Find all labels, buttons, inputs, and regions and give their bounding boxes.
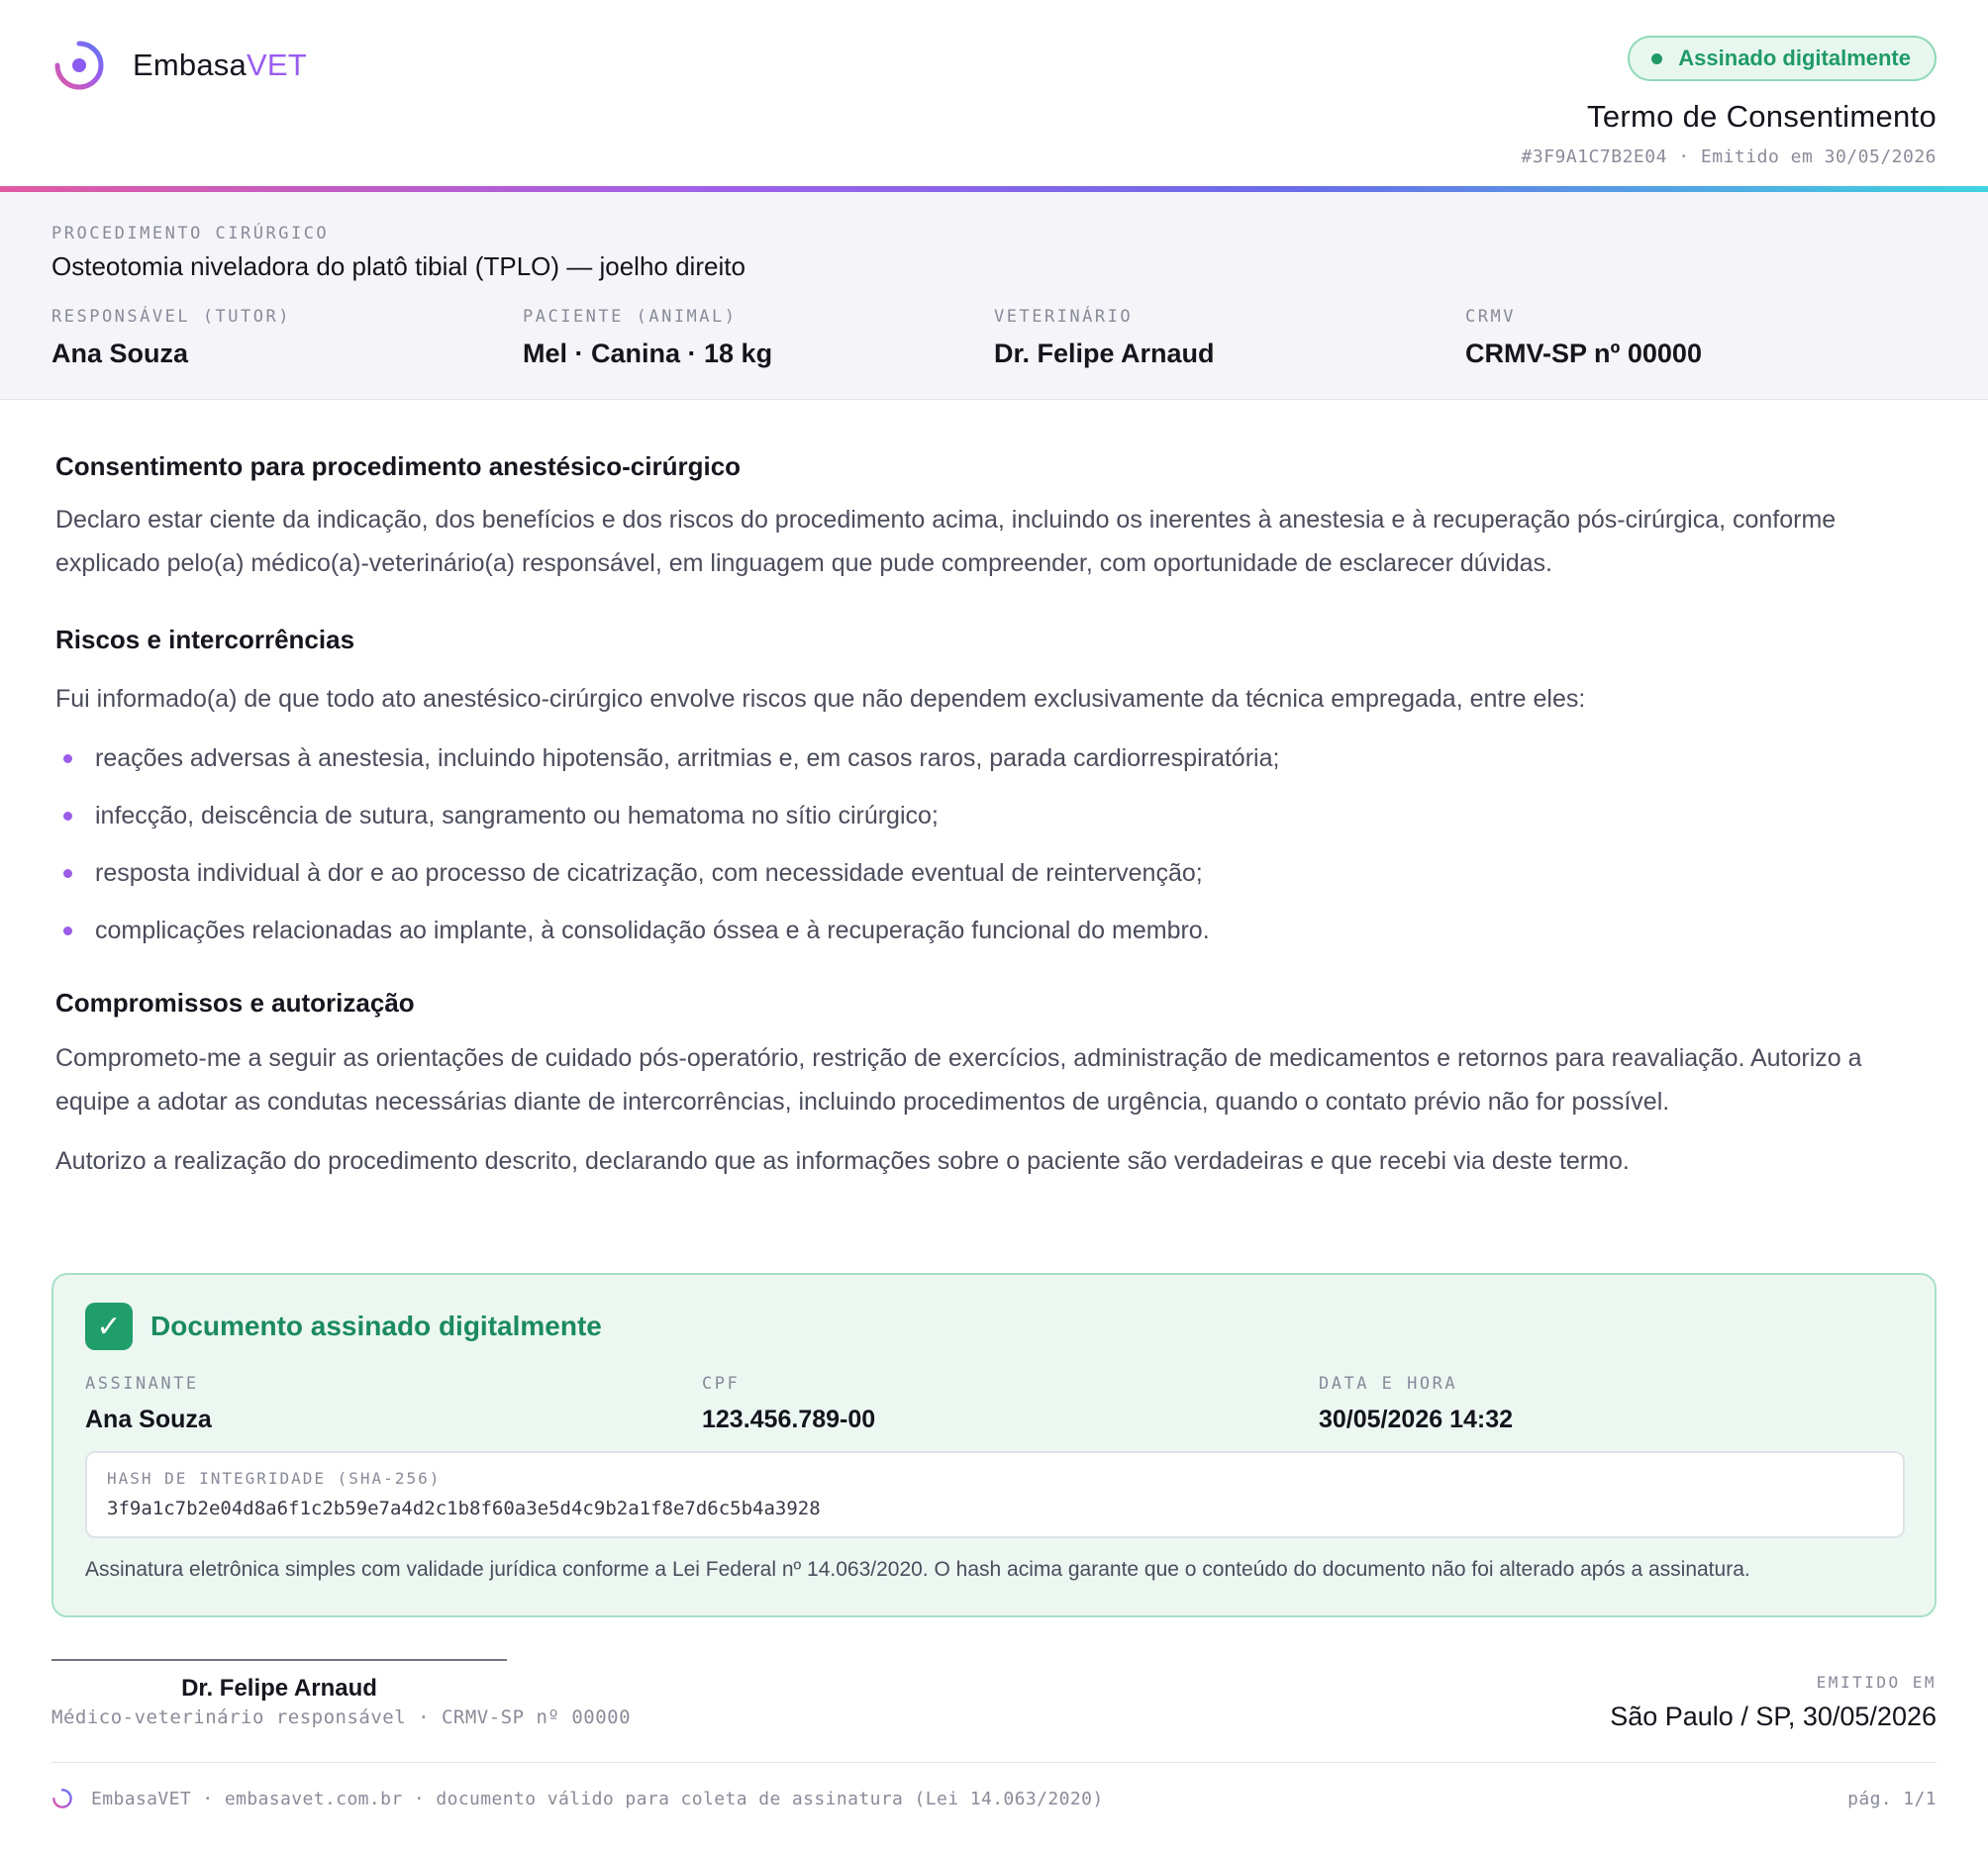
- status-dot-icon: [1651, 52, 1663, 64]
- document-meta: #3F9A1C7B2E04 · Emitido em 30/05/2026: [1521, 146, 1937, 167]
- section-text: Declaro estar ciente da indicação, dos b…: [55, 506, 1837, 577]
- list-item-text: infecção, deiscência de sutura, sangrame…: [95, 802, 939, 829]
- header-right: Assinado digitalmente Termo de Consentim…: [1522, 36, 1937, 167]
- document-header: EmbasaVET Assinado digitalmente Termo de…: [0, 0, 1988, 186]
- field-tutor: RESPONSÁVEL (TUTOR) Ana Souza: [51, 307, 523, 369]
- section-consent: Consentimento para procedimento anestési…: [55, 451, 1937, 585]
- field-value: Mel · Canina · 18 kg: [523, 339, 773, 368]
- issued-label: EMITIDO EM: [1816, 1673, 1937, 1692]
- brand-name-main: Embasa: [133, 48, 247, 82]
- page-number: pág. 1/1: [1847, 1788, 1937, 1809]
- footer-divider: [51, 1762, 1937, 1763]
- procedure-fields: RESPONSÁVEL (TUTOR) Ana Souza PACIENTE (…: [51, 307, 1937, 369]
- field-value: Ana Souza: [85, 1406, 212, 1433]
- signature-legal-note: Assinatura eletrônica simples com valida…: [85, 1558, 1750, 1581]
- section-text: Autorizo a realização do procedimento de…: [55, 1147, 1630, 1175]
- field-value: CRMV-SP nº 00000: [1465, 339, 1702, 368]
- field-signer: ASSINANTE Ana Souza: [85, 1374, 702, 1434]
- bullet-dot-icon: [63, 869, 72, 878]
- list-item: reações adversas à anestesia, incluindo …: [55, 738, 1937, 778]
- section-title: Riscos e intercorrências: [55, 625, 355, 654]
- list-item: resposta individual à dor e ao processo …: [55, 853, 1937, 893]
- field-label: CRMV: [1465, 307, 1516, 327]
- ring-logo-icon: [54, 41, 104, 90]
- section-risks: Riscos e intercorrências Fui informado(a…: [55, 625, 1937, 950]
- issued-block: EMITIDO EM São Paulo / SP, 30/05/2026: [1610, 1673, 1937, 1732]
- document-footer: EmbasaVET · embasavet.com.br · documento…: [51, 1788, 1937, 1809]
- procedure-name: Osteotomia niveladora do platô tibial (T…: [51, 251, 746, 281]
- risk-list: reações adversas à anestesia, incluindo …: [55, 738, 1937, 950]
- signature-fields: ASSINANTE Ana Souza CPF 123.456.789-00 D…: [85, 1374, 1936, 1434]
- signer-role: Médico-veterinário responsável · CRMV-SP…: [51, 1706, 632, 1728]
- signature-card-header: ✓ Documento assinado digitalmente: [85, 1303, 602, 1350]
- field-label: RESPONSÁVEL (TUTOR): [51, 307, 291, 327]
- hash-label: HASH DE INTEGRIDADE (SHA-256): [107, 1469, 442, 1488]
- section-commitments: Compromissos e autorização Comprometo-me…: [55, 988, 1937, 1183]
- procedure-label: PROCEDIMENTO CIRÚRGICO: [51, 224, 330, 244]
- field-veterinarian: VETERINÁRIO Dr. Felipe Arnaud: [994, 307, 1465, 369]
- signed-status-badge: Assinado digitalmente: [1628, 36, 1937, 81]
- bullet-dot-icon: [63, 812, 72, 821]
- list-item-text: reações adversas à anestesia, incluindo …: [95, 744, 1280, 772]
- issued-value: São Paulo / SP, 30/05/2026: [1610, 1702, 1937, 1731]
- list-item: complicações relacionadas ao implante, à…: [55, 911, 1937, 950]
- ring-logo-icon: [52, 1789, 72, 1808]
- field-label: CPF: [702, 1374, 741, 1394]
- check-icon: ✓: [85, 1303, 133, 1350]
- signer-name: Dr. Felipe Arnaud: [181, 1675, 377, 1702]
- brand: EmbasaVET: [51, 38, 307, 93]
- section-text: Fui informado(a) de que todo ato anestés…: [55, 685, 1586, 713]
- list-item-text: resposta individual à dor e ao processo …: [95, 859, 1203, 887]
- hash-value[interactable]: 3f9a1c7b2e04d8a6f1c2b59e7a4d2c1b8f60a3e5…: [107, 1498, 1883, 1519]
- field-value: Dr. Felipe Arnaud: [994, 339, 1215, 368]
- field-label: VETERINÁRIO: [994, 307, 1134, 327]
- field-label: PACIENTE (ANIMAL): [523, 307, 738, 327]
- field-patient: PACIENTE (ANIMAL) Mel · Canina · 18 kg: [523, 307, 994, 369]
- brand-name: EmbasaVET: [133, 48, 307, 83]
- field-datetime: DATA E HORA 30/05/2026 14:32: [1319, 1374, 1936, 1434]
- field-value: 123.456.789-00: [702, 1406, 876, 1433]
- signed-status-text: Assinado digitalmente: [1678, 46, 1911, 70]
- footer-text: EmbasaVET · embasavet.com.br · documento…: [91, 1788, 1104, 1809]
- field-label: ASSINANTE: [85, 1374, 199, 1394]
- list-item: infecção, deiscência de sutura, sangrame…: [55, 796, 1937, 835]
- section-title: Consentimento para procedimento anestési…: [55, 451, 742, 481]
- bullet-dot-icon: [63, 926, 72, 935]
- digital-signature-card: ✓ Documento assinado digitalmente ASSINA…: [51, 1273, 1937, 1617]
- field-value: Ana Souza: [51, 339, 189, 368]
- signature-line: [51, 1659, 507, 1661]
- field-crmv: CRMV CRMV-SP nº 00000: [1465, 307, 1937, 369]
- procedure-summary: PROCEDIMENTO CIRÚRGICO Osteotomia nivela…: [0, 192, 1988, 400]
- consent-body: Consentimento para procedimento anestési…: [55, 451, 1937, 1183]
- field-cpf: CPF 123.456.789-00: [702, 1374, 1319, 1434]
- integrity-hash-box: HASH DE INTEGRIDADE (SHA-256) 3f9a1c7b2e…: [85, 1451, 1905, 1538]
- bullet-dot-icon: [63, 754, 72, 763]
- list-item-text: complicações relacionadas ao implante, à…: [95, 917, 1210, 944]
- field-label: DATA E HORA: [1319, 1374, 1458, 1394]
- consent-document-page: EmbasaVET Assinado digitalmente Termo de…: [0, 0, 1988, 1851]
- section-title: Compromissos e autorização: [55, 988, 415, 1018]
- signature-card-title: Documento assinado digitalmente: [150, 1311, 602, 1341]
- brand-name-accent: VET: [246, 48, 307, 82]
- field-value: 30/05/2026 14:32: [1319, 1406, 1514, 1433]
- document-title: Termo de Consentimento: [1587, 99, 1937, 134]
- section-text: Comprometo-me a seguir as orientações de…: [55, 1044, 1862, 1116]
